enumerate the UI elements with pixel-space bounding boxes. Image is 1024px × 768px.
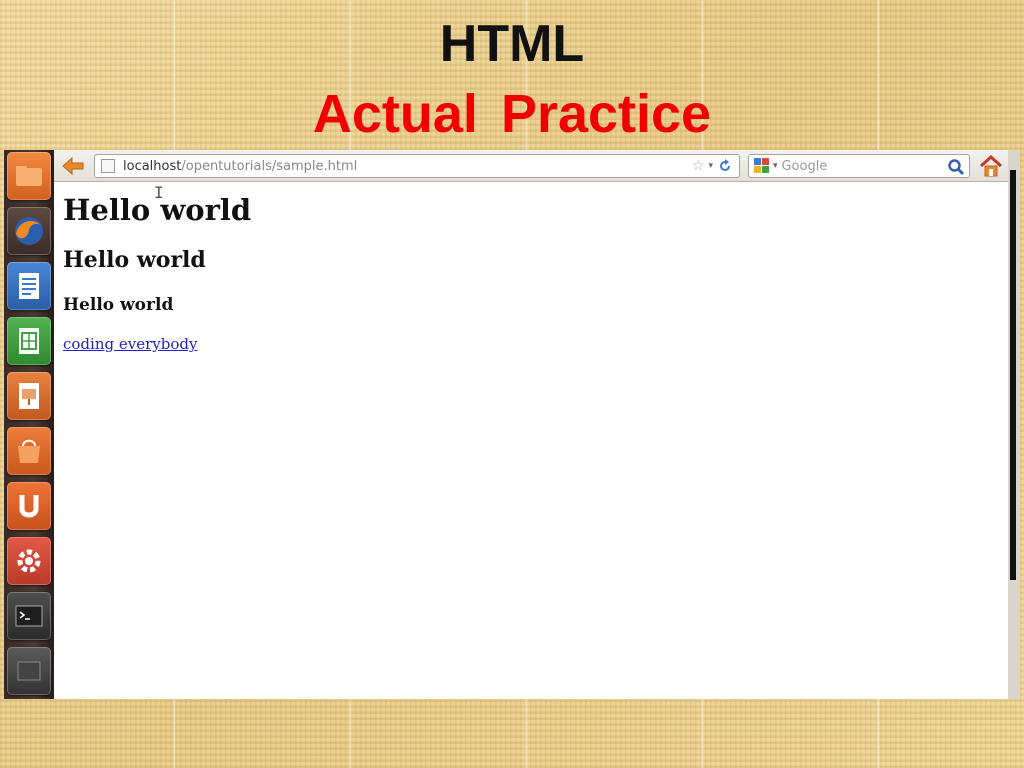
slide-title: HTML [439, 15, 585, 73]
system-settings-launcher-button[interactable] [7, 537, 51, 585]
workspace-launcher-button[interactable] [7, 647, 51, 695]
page-icon [101, 159, 115, 173]
firefox-icon [15, 217, 43, 245]
files-icon [16, 166, 42, 186]
search-placeholder: Google [781, 158, 828, 174]
page-content: Hello world Hello world Hello world codi… [54, 183, 1008, 699]
heading-3: Hello world [63, 295, 174, 315]
ubuntu-one-launcher-button[interactable] [7, 482, 51, 530]
search-bar[interactable]: ▾ Google [748, 154, 970, 178]
back-button[interactable] [58, 153, 88, 179]
impress-launcher-button[interactable] [7, 372, 51, 420]
software-center-launcher-button[interactable] [7, 427, 51, 475]
terminal-launcher-button[interactable] [7, 592, 51, 640]
terminal-icon [15, 605, 43, 627]
url-actions: ☆ ▾ [692, 158, 733, 174]
search-icon[interactable] [947, 158, 965, 176]
impress-icon [19, 383, 39, 409]
workspace-icon [17, 661, 41, 681]
heading-2: Hello world [63, 247, 206, 273]
back-arrow-icon [62, 156, 84, 176]
writer-launcher-button[interactable] [7, 262, 51, 310]
google-engine-icon[interactable] [753, 157, 771, 175]
browser-window: localhost/opentutorials/sample.html ☆ ▾ … [54, 150, 1008, 699]
engine-dropdown-icon[interactable]: ▾ [773, 161, 778, 171]
reload-icon[interactable] [717, 158, 733, 174]
home-icon[interactable] [978, 154, 1004, 178]
text-cursor-icon: I [154, 183, 164, 202]
ubuntu-one-icon [19, 495, 39, 518]
url-bar[interactable]: localhost/opentutorials/sample.html ☆ ▾ [94, 154, 740, 178]
window-edge [1008, 150, 1020, 699]
writer-icon [19, 273, 39, 299]
dropdown-icon[interactable]: ▾ [708, 161, 713, 171]
firefox-launcher-button[interactable] [7, 207, 51, 255]
software-center-icon [18, 439, 40, 463]
window-edge-shadow [1010, 170, 1016, 580]
system-settings-icon [17, 549, 41, 573]
bookmark-star-icon[interactable]: ☆ [692, 158, 705, 174]
browser-toolbar: localhost/opentutorials/sample.html ☆ ▾ … [54, 150, 1008, 182]
screen-capture: localhost/opentutorials/sample.html ☆ ▾ … [4, 150, 1020, 699]
calc-icon [19, 328, 39, 354]
coding-everybody-link[interactable]: coding everybody [63, 335, 197, 353]
url-host: localhost [123, 158, 182, 174]
calc-launcher-button[interactable] [7, 317, 51, 365]
url-path: /opentutorials/sample.html [181, 158, 358, 174]
files-launcher-button[interactable] [7, 152, 51, 200]
slide-subtitle: Actual Practice [312, 84, 712, 144]
unity-launcher [4, 150, 54, 699]
